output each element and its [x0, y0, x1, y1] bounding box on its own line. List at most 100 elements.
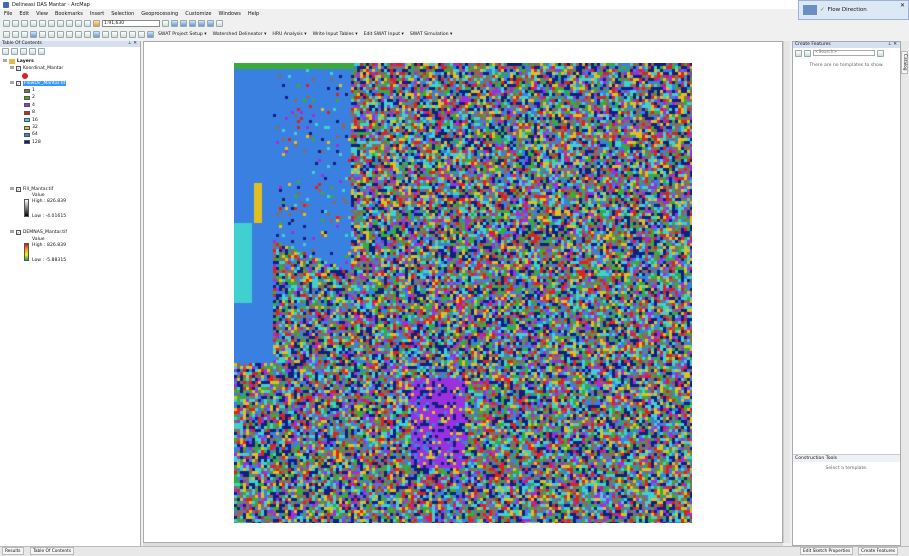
pin-icon[interactable]: ⊥ ✕: [888, 42, 897, 48]
fixed-zoom-out-icon[interactable]: [48, 30, 55, 38]
zoom-in-icon[interactable]: [3, 30, 10, 38]
measure-icon[interactable]: [111, 30, 118, 38]
success-check-icon: ✓: [820, 7, 825, 13]
legend-swatch: [24, 140, 30, 145]
menu-help[interactable]: Help: [248, 11, 259, 17]
identify-icon[interactable]: [93, 30, 100, 38]
edit-sketch-properties-tab[interactable]: Edit Sketch Properties: [800, 547, 854, 555]
collapse-icon[interactable]: ⊟: [10, 230, 14, 235]
menu-windows[interactable]: Windows: [218, 11, 240, 17]
layer-visibility-checkbox[interactable]: ✓: [15, 230, 21, 235]
catalog-tab[interactable]: Catalog: [901, 51, 908, 74]
delete-icon[interactable]: [66, 19, 73, 27]
organize-templates-icon[interactable]: [795, 50, 802, 57]
copy-icon[interactable]: [48, 19, 55, 27]
legend-class-label: 64: [32, 132, 38, 138]
python-icon[interactable]: [207, 19, 214, 27]
legend-class-label: 4: [32, 102, 35, 108]
legend-class-label: 2: [32, 95, 35, 101]
layer-koordinat[interactable]: ⊟ ✓ Koordinat_Mantar: [10, 66, 63, 71]
editor-icon[interactable]: [162, 19, 169, 27]
catalog-icon[interactable]: [180, 19, 187, 27]
status-bar: [0, 546, 909, 556]
cut-icon[interactable]: [39, 19, 46, 27]
pan-icon[interactable]: [21, 30, 28, 38]
notification-popup[interactable]: ✓ Flow Direction ✕: [798, 0, 909, 20]
write-input-tables-menu[interactable]: Write Input Tables ▾: [311, 32, 360, 37]
menu-bookmarks[interactable]: Bookmarks: [55, 11, 83, 17]
close-icon[interactable]: ✕: [900, 2, 905, 9]
results-tab[interactable]: Results: [2, 547, 24, 555]
select-features-icon[interactable]: [75, 30, 82, 38]
layer-fill[interactable]: ⊟ ✓ Fill_Mantar.tif: [10, 187, 53, 192]
html-popup-icon[interactable]: [129, 30, 136, 38]
redo-icon[interactable]: [84, 19, 91, 27]
save-icon[interactable]: [21, 19, 28, 27]
watershed-delineator-menu[interactable]: Watershed Delineator ▾: [211, 32, 269, 37]
select-template-hint: Select a template.: [825, 466, 868, 471]
collapse-icon[interactable]: ⊟: [3, 59, 7, 64]
notification-text: Flow Direction: [827, 7, 867, 13]
options-icon[interactable]: [38, 48, 45, 55]
layer-name-selected: FlowDir_Mantar.tif: [22, 81, 67, 86]
list-by-source-icon[interactable]: [11, 48, 18, 55]
layers-root[interactable]: ⊟ Layers: [3, 59, 34, 64]
menu-selection[interactable]: Selection: [111, 11, 134, 17]
arctoolbox-icon[interactable]: [198, 19, 205, 27]
collapse-icon[interactable]: ⊟: [10, 81, 14, 86]
pin-icon[interactable]: ⊥ ✕: [128, 41, 137, 47]
menu-insert[interactable]: Insert: [90, 11, 104, 17]
menu-geoprocessing[interactable]: Geoprocessing: [141, 11, 178, 17]
add-data-icon[interactable]: [93, 19, 100, 27]
swat-project-setup-menu[interactable]: SWAT Project Setup ▾: [156, 32, 209, 37]
back-icon[interactable]: [57, 30, 64, 38]
print-icon[interactable]: [30, 19, 37, 27]
swat-simulation-menu[interactable]: SWAT Simulation ▾: [408, 32, 455, 37]
undo-icon[interactable]: [75, 19, 82, 27]
list-by-visibility-icon[interactable]: [20, 48, 27, 55]
list-by-drawing-order-icon[interactable]: [2, 48, 9, 55]
layer-flowdir[interactable]: ⊟ ✓ FlowDir_Mantar.tif: [10, 81, 67, 86]
full-extent-icon[interactable]: [30, 30, 37, 38]
edit-swat-input-menu[interactable]: Edit SWAT Input ▾: [362, 32, 406, 37]
paste-icon[interactable]: [57, 19, 64, 27]
clear-search-icon[interactable]: [877, 50, 884, 57]
flow-direction-raster[interactable]: [234, 63, 692, 523]
template-search-input[interactable]: <Search>: [813, 50, 875, 56]
search-icon[interactable]: [189, 19, 196, 27]
forward-icon[interactable]: [66, 30, 73, 38]
menu-file[interactable]: File: [4, 11, 12, 17]
find-icon[interactable]: [102, 30, 109, 38]
fixed-zoom-in-icon[interactable]: [39, 30, 46, 38]
legend-swatch: [24, 103, 30, 108]
collapse-icon[interactable]: ⊟: [10, 66, 14, 71]
toc-tab[interactable]: Table Of Contents: [30, 547, 75, 555]
legend-class-row: 128: [24, 140, 41, 145]
arcmap-app-icon: [3, 1, 9, 8]
create-features-panel: Create Features ⊥ ✕ <Search> There are n…: [792, 41, 901, 546]
menu-customize[interactable]: Customize: [185, 11, 211, 17]
new-icon[interactable]: [3, 19, 10, 27]
menu-view[interactable]: View: [36, 11, 48, 17]
swat-icon[interactable]: [147, 30, 154, 38]
model-builder-icon[interactable]: [216, 19, 223, 27]
create-features-tab[interactable]: Create Features: [858, 547, 899, 555]
layer-visibility-checkbox[interactable]: ✓: [15, 81, 21, 86]
map-vertical-scrollbar[interactable]: [783, 41, 790, 543]
legend-value-label: Value: [32, 237, 45, 242]
hru-analysis-menu[interactable]: HRU Analysis ▾: [270, 32, 308, 37]
layer-visibility-checkbox[interactable]: ✓: [15, 187, 21, 192]
open-icon[interactable]: [12, 19, 19, 27]
pointer-icon[interactable]: [84, 30, 91, 38]
hyperlink-icon[interactable]: [120, 30, 127, 38]
menu-edit[interactable]: Edit: [19, 11, 29, 17]
list-by-selection-icon[interactable]: [29, 48, 36, 55]
collapse-icon[interactable]: ⊟: [10, 187, 14, 192]
layer-demnas[interactable]: ⊟ ✓ DEMNAS_Mantar.tif: [10, 230, 67, 235]
time-slider-icon[interactable]: [138, 30, 145, 38]
map-scale-input[interactable]: 1:91,630: [102, 19, 160, 27]
layer-visibility-checkbox[interactable]: ✓: [15, 66, 21, 71]
filter-icon[interactable]: [804, 50, 811, 57]
zoom-out-icon[interactable]: [12, 30, 19, 38]
table-of-contents-icon[interactable]: [171, 19, 178, 27]
